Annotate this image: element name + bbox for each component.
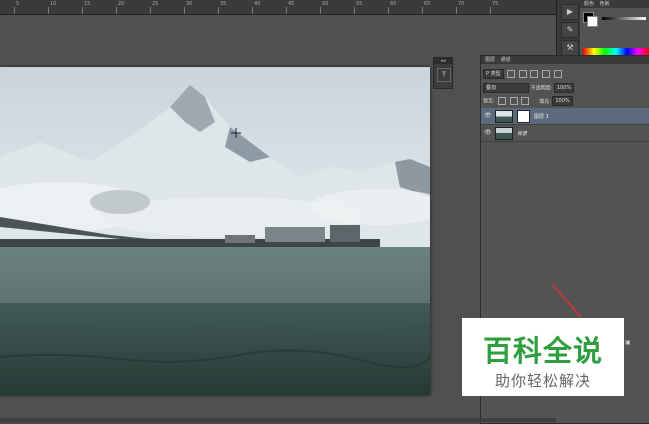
ruler-label: 30 — [186, 1, 193, 7]
lock-row: 锁定: 填充: 100% — [483, 96, 573, 106]
tab-color[interactable]: 颜色 — [584, 1, 594, 7]
layer-mask-thumbnail[interactable] — [517, 110, 530, 123]
ruler-label: 40 — [254, 1, 261, 7]
tool-preset-icon[interactable]: ⚒ — [561, 40, 579, 56]
lock-position-icon[interactable] — [509, 97, 518, 105]
layer-name: 背景 — [517, 131, 528, 137]
collapse-arrows-icon[interactable]: ◂◂ — [434, 58, 452, 64]
color-panel-tabs: 颜色 色板 — [580, 0, 649, 8]
document-canvas[interactable] — [0, 67, 430, 395]
blend-mode-dropdown[interactable]: 叠加 — [483, 83, 529, 93]
layer-panel-footer-icons: ▣ — [625, 339, 649, 349]
lock-all-icon[interactable] — [521, 97, 530, 105]
filter-smart-icon[interactable] — [553, 70, 562, 78]
ruler-tick — [218, 7, 219, 14]
ruler-tick — [150, 7, 151, 14]
layer-row-background[interactable]: 👁 背景 — [481, 125, 649, 142]
ruler-tick — [82, 7, 83, 14]
horizontal-ruler: 5 10 15 20 25 30 35 40 45 50 55 60 65 70 75 — [0, 0, 556, 15]
ruler-label: 75 — [492, 1, 499, 7]
ruler-tick — [48, 7, 49, 14]
color-panel: 颜色 色板 — [580, 0, 649, 59]
visibility-eye-icon[interactable]: 👁 — [484, 112, 492, 119]
ruler-label: 25 — [152, 1, 159, 7]
history-icon[interactable]: ⤒ — [437, 68, 451, 82]
ruler-label: 65 — [424, 1, 431, 7]
ruler-label: 70 — [458, 1, 465, 7]
blend-row: 叠加 不透明度: 100% — [483, 83, 575, 93]
ruler-label: 20 — [118, 1, 125, 7]
canvas-image — [0, 67, 430, 395]
fill-label: 填充: — [539, 98, 551, 105]
filter-adjust-icon[interactable] — [518, 70, 527, 78]
layer-thumbnail — [495, 127, 513, 140]
ruler-tick — [456, 7, 457, 14]
fill-input[interactable]: 100% — [552, 96, 573, 106]
layers-panel-tabs: 图层 通道 — [481, 56, 649, 64]
horizontal-scrollbar[interactable] — [0, 418, 556, 422]
ruler-tick — [184, 7, 185, 14]
layer-thumbnail — [495, 110, 513, 123]
ruler-tick — [490, 7, 491, 14]
ruler-tick — [388, 7, 389, 14]
layer-filter-row: P 类型 — [483, 69, 562, 79]
ruler-tick — [354, 7, 355, 14]
adjust-icon[interactable]: ✎ — [561, 22, 579, 38]
tab-swatches[interactable]: 色板 — [600, 1, 610, 7]
layer-row-1[interactable]: 👁 图层 1 — [481, 108, 649, 125]
ruler-tick — [252, 7, 253, 14]
tab-channels[interactable]: 通道 — [501, 57, 511, 63]
watermark-subtitle: 助你轻松解决 — [494, 372, 591, 390]
visibility-eye-icon[interactable]: 👁 — [484, 129, 492, 136]
collapsed-tool-panel[interactable]: ◂◂ ⤒ — [433, 57, 453, 89]
filter-shape-icon[interactable] — [541, 70, 550, 78]
tab-layers[interactable]: 图层 — [485, 57, 495, 63]
ruler-label: 45 — [288, 1, 295, 7]
ruler-tick — [422, 7, 423, 14]
ruler-label: 15 — [84, 1, 91, 7]
filter-pixel-icon[interactable] — [507, 70, 516, 78]
lock-pixels-icon[interactable] — [498, 97, 507, 105]
ruler-tick — [320, 7, 321, 14]
ruler-tick — [286, 7, 287, 14]
ruler-label: 35 — [220, 1, 227, 7]
watermark-logo: 百科全说 助你轻松解决 — [462, 318, 624, 396]
ruler-label: 50 — [322, 1, 329, 7]
background-color-swatch[interactable] — [587, 16, 598, 27]
ruler-label: 60 — [390, 1, 397, 7]
play-icon[interactable]: ▶ — [561, 4, 579, 20]
lock-label: 锁定: — [483, 98, 495, 105]
color-slider[interactable] — [602, 17, 646, 20]
ruler-tick — [14, 7, 15, 14]
new-group-icon[interactable]: ▣ — [625, 339, 631, 346]
layer-filter-dropdown[interactable]: P 类型 — [483, 69, 504, 79]
ruler-label: 10 — [50, 1, 57, 7]
filter-type-icon[interactable] — [530, 70, 539, 78]
ruler-label: 55 — [356, 1, 363, 7]
opacity-label: 不透明度: — [530, 85, 553, 92]
ruler-tick — [116, 7, 117, 14]
ruler-label: 5 — [16, 1, 20, 7]
watermark-title: 百科全说 — [482, 334, 603, 368]
layer-name: 图层 1 — [534, 114, 549, 120]
annotation-arrow — [552, 284, 582, 318]
opacity-input[interactable]: 100% — [553, 83, 575, 93]
